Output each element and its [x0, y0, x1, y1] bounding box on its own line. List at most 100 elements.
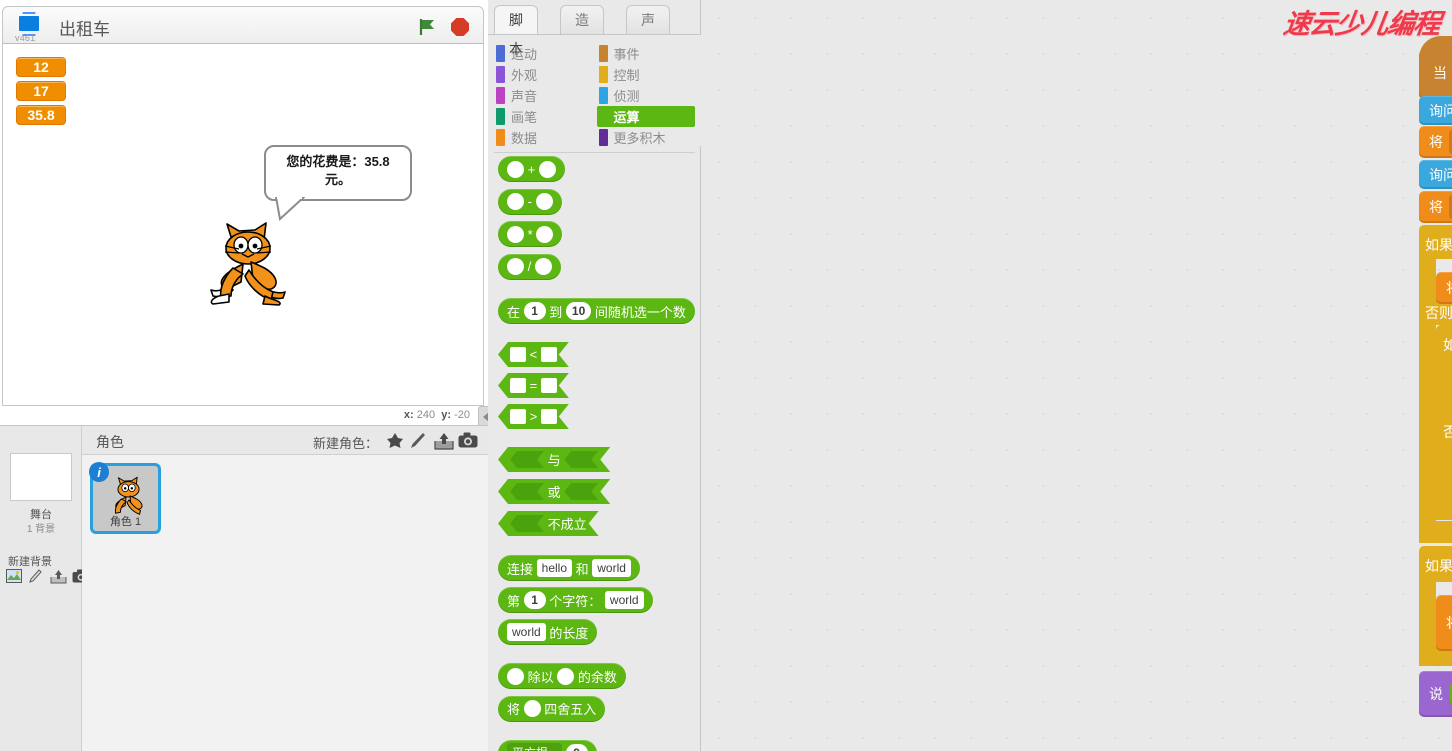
operand-slot[interactable] — [557, 668, 574, 685]
operand-slot[interactable] — [507, 226, 524, 243]
set-variable-block-distance[interactable]: 将 路程 设定为 回答 — [1419, 126, 1452, 158]
mathop-input[interactable]: 9 — [566, 744, 588, 751]
set-variable-block-fee-wait[interactable]: 将 费用 设定为 费用 + 1 + 将 等待的时间 - 3 / — [1436, 595, 1452, 651]
random-to-input[interactable]: 10 — [566, 302, 591, 320]
category-more-blocks[interactable]: 更多积木 — [597, 127, 696, 148]
category-label: 画笔 — [511, 107, 537, 126]
tab-scripts[interactable]: 脚本 — [494, 5, 538, 34]
cat-sprite-image[interactable] — [199, 212, 299, 312]
palette-block-letter-of[interactable]: 第 1 个字符： world — [498, 587, 653, 613]
say-block[interactable]: 说 连接 您的花费是： 和 连接 费用 和 元。 — [1419, 671, 1452, 717]
upload-icon[interactable] — [50, 569, 66, 585]
operand-slot[interactable] — [510, 378, 526, 393]
operand-slot[interactable] — [507, 668, 524, 685]
operand-slot[interactable] — [541, 347, 557, 362]
stage-selector[interactable]: 舞台 1 背景 新建背景 — [0, 426, 82, 751]
palette-block-subtract[interactable]: - — [498, 189, 562, 215]
not-label: 不成立 — [548, 514, 587, 533]
operand-slot[interactable] — [536, 193, 553, 210]
operand-slot[interactable] — [510, 483, 544, 500]
category-looks[interactable]: 外观 — [494, 64, 593, 85]
category-events[interactable]: 事件 — [597, 43, 696, 64]
sprite-library-icon[interactable] — [386, 432, 402, 448]
operand-slot[interactable] — [564, 483, 598, 500]
operand-slot[interactable] — [564, 451, 598, 468]
operand-slot[interactable] — [510, 515, 544, 532]
palette-block-multiply[interactable]: * — [498, 221, 562, 247]
stage-canvas[interactable]: 12 17 35.8 您的花费是：35.8元。 — [2, 44, 484, 406]
operand-slot[interactable] — [507, 161, 524, 178]
join-b-input[interactable]: world — [592, 559, 631, 577]
palette-block-mod[interactable]: 除以 的余数 — [498, 663, 626, 689]
ask-and-wait-block-2[interactable]: 询问 一共等待了多久 并等待 — [1419, 160, 1452, 189]
operand-slot[interactable] — [541, 378, 557, 393]
if-block-outer-header[interactable]: 如果 路程 < 2 或 路程 = 2 那么 — [1425, 228, 1452, 262]
sprite-thumbnail-item[interactable]: i — [90, 463, 161, 534]
stage-thumbnail[interactable] — [10, 453, 72, 501]
letter-index-input[interactable]: 1 — [524, 591, 546, 609]
palette-block-divide[interactable]: / — [498, 254, 561, 280]
join-a-input[interactable]: hello — [537, 559, 572, 577]
operand-slot[interactable] — [524, 700, 541, 717]
palette-block-mathop[interactable]: 平方根 9 — [498, 740, 597, 751]
green-flag-icon[interactable] — [417, 17, 437, 37]
operand-slot[interactable] — [539, 161, 556, 178]
operator-symbol: - — [528, 194, 532, 209]
camera-icon[interactable] — [458, 432, 474, 448]
palette-block-random[interactable]: 在 1 到 10 间随机选一个数 — [498, 298, 695, 324]
palette-block-join[interactable]: 连接 hello 和 world — [498, 555, 640, 581]
operand-slot[interactable] — [536, 226, 553, 243]
operand-slot[interactable] — [507, 193, 524, 210]
if-label: 如果 — [1425, 235, 1452, 255]
operand-slot[interactable] — [507, 258, 524, 275]
random-from-input[interactable]: 1 — [524, 302, 546, 320]
palette-block-round[interactable]: 将 四舍五入 — [498, 696, 605, 722]
operator-symbol: < — [530, 347, 538, 362]
mathop-dropdown[interactable]: 平方根 — [507, 743, 562, 751]
say-pre-label: 说 — [1429, 684, 1443, 704]
category-pen[interactable]: 画笔 — [494, 106, 593, 127]
category-label: 事件 — [614, 44, 640, 63]
operand-slot[interactable] — [535, 258, 552, 275]
new-backdrop-label: 新建背景 — [8, 553, 52, 569]
palette-block-equals[interactable]: = — [498, 373, 569, 398]
palette-block-add[interactable]: + — [498, 156, 565, 182]
if-block-wait-header[interactable]: 如果 等待的时间 > 3 或 等待的时间 = 3 那么 — [1425, 549, 1452, 583]
operand-slot[interactable] — [541, 409, 557, 424]
category-control[interactable]: 控制 — [597, 64, 696, 85]
paint-icon[interactable] — [410, 432, 426, 448]
blocks-palette[interactable]: + - * / 在 1 到 10 间随机选一个数 < = > 与 或 不成立 — [488, 156, 701, 751]
letter-string-input[interactable]: world — [605, 591, 644, 609]
variable-watcher: 35.8 — [16, 105, 66, 125]
palette-block-less-than[interactable]: < — [498, 342, 569, 367]
palette-block-and[interactable]: 与 — [498, 447, 610, 472]
operand-slot[interactable] — [510, 451, 544, 468]
length-string-input[interactable]: world — [507, 623, 546, 641]
script-canvas[interactable]: 速云少儿编程 当 被点击 — [701, 0, 1452, 751]
palette-block-or[interactable]: 或 — [498, 479, 610, 504]
palette-block-greater-than[interactable]: > — [498, 404, 569, 429]
category-sound[interactable]: 声音 — [494, 85, 593, 106]
ask-and-wait-block-1[interactable]: 询问 一共多少距离？ 并等待 — [1419, 96, 1452, 125]
palette-block-length-of[interactable]: world 的长度 — [498, 619, 597, 645]
paint-icon[interactable] — [28, 569, 44, 585]
stop-sign-icon[interactable] — [451, 18, 469, 36]
palette-block-not[interactable]: 不成立 — [498, 511, 599, 536]
if-block-inner-left-spine — [1436, 361, 1452, 423]
category-operators[interactable]: 运算 — [597, 106, 696, 127]
operand-slot[interactable] — [510, 347, 526, 362]
tab-sounds[interactable]: 声音 — [626, 5, 670, 34]
if-block-inner-header[interactable]: 如果 路程 < 10 或 路程 = 10 那么 — [1443, 328, 1452, 362]
set-variable-block-fee-base[interactable]: 将 费用 设定为 10 — [1436, 272, 1452, 304]
tab-costumes[interactable]: 造型 — [560, 5, 604, 34]
set-variable-block-waittime[interactable]: 将 等待的时间 设定为 回答 — [1419, 191, 1452, 223]
category-label: 控制 — [614, 65, 640, 84]
upload-icon[interactable] — [434, 432, 450, 448]
operator-symbol: + — [528, 162, 536, 177]
category-data[interactable]: 数据 — [494, 127, 593, 148]
when-flag-clicked-block[interactable]: 当 被点击 — [1419, 48, 1452, 98]
image-icon[interactable] — [6, 569, 22, 585]
operator-symbol: = — [530, 378, 538, 393]
category-sensing[interactable]: 侦测 — [597, 85, 696, 106]
operand-slot[interactable] — [510, 409, 526, 424]
